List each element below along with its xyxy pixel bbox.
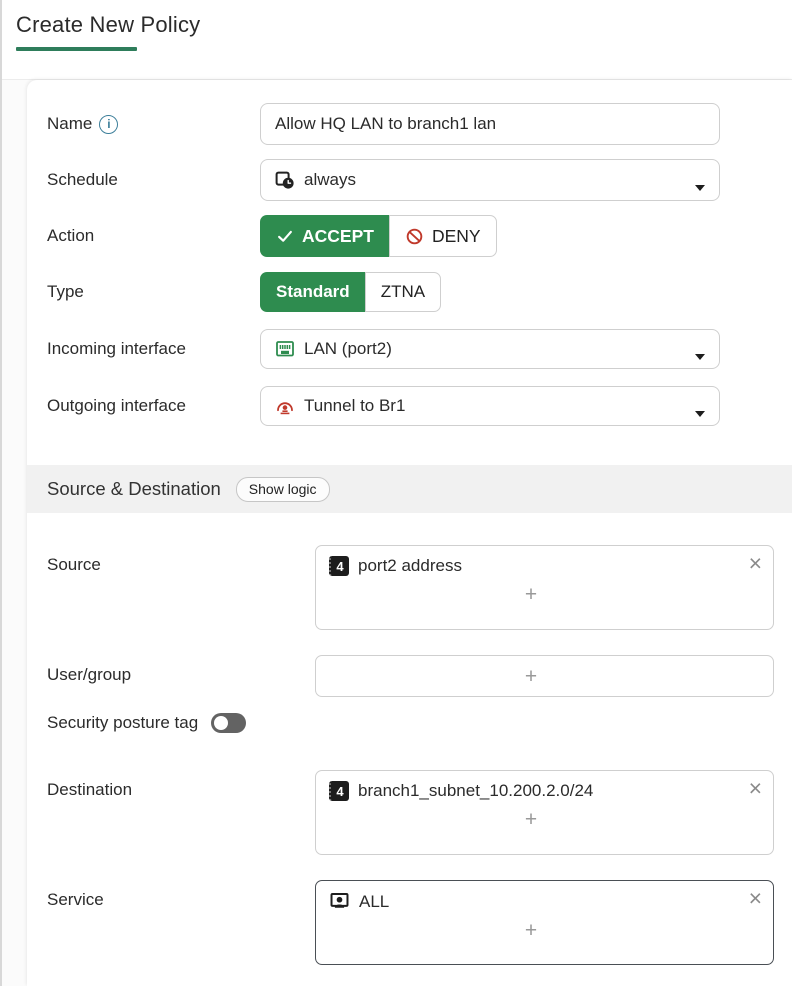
close-icon[interactable]: × bbox=[749, 887, 762, 910]
schedule-row: Schedule always bbox=[27, 159, 792, 201]
action-row: Action ACCEPT bbox=[27, 215, 792, 257]
accept-label: ACCEPT bbox=[302, 226, 374, 247]
incoming-interface-row: Incoming interface LAN (port2) bbox=[27, 329, 792, 369]
name-label: Name bbox=[47, 114, 92, 134]
chevron-down-icon bbox=[694, 177, 706, 197]
close-icon[interactable]: × bbox=[749, 777, 762, 800]
name-label-wrap: Name i bbox=[47, 114, 260, 134]
user-group-row: User/group + bbox=[27, 655, 792, 697]
type-standard-label: Standard bbox=[276, 282, 350, 302]
deny-button[interactable]: DENY bbox=[389, 215, 497, 257]
source-destination-section-header: Source & Destination Show logic bbox=[27, 465, 792, 513]
user-group-label: User/group bbox=[47, 655, 315, 685]
lan-port-icon bbox=[275, 339, 295, 359]
check-icon bbox=[276, 227, 294, 245]
toggle-knob bbox=[214, 716, 228, 730]
type-label: Type bbox=[47, 282, 260, 302]
service-row: Service ALL × + bbox=[27, 880, 792, 965]
policy-form-card: Name i Schedule always bbox=[27, 80, 792, 986]
action-segmented-control: ACCEPT DENY bbox=[260, 215, 497, 257]
service-all-icon bbox=[329, 891, 350, 912]
add-user-group-button[interactable]: + bbox=[329, 664, 733, 687]
section-title: Source & Destination bbox=[47, 478, 221, 500]
source-item-label: port2 address bbox=[358, 556, 462, 576]
name-row: Name i bbox=[27, 103, 792, 145]
add-source-button[interactable]: + bbox=[329, 576, 733, 609]
user-group-box[interactable]: + bbox=[315, 655, 774, 697]
active-tab-indicator bbox=[16, 47, 137, 51]
show-logic-button[interactable]: Show logic bbox=[236, 477, 330, 502]
ipv4-address-icon: 4 bbox=[329, 556, 349, 576]
destination-label: Destination bbox=[47, 770, 315, 800]
outgoing-interface-label: Outgoing interface bbox=[47, 396, 260, 416]
name-input[interactable] bbox=[260, 103, 720, 145]
outgoing-interface-select[interactable]: Tunnel to Br1 bbox=[260, 386, 720, 426]
type-standard-button[interactable]: Standard bbox=[260, 272, 365, 312]
accept-button[interactable]: ACCEPT bbox=[260, 215, 389, 257]
deny-prohibition-icon bbox=[405, 227, 424, 246]
source-label: Source bbox=[47, 545, 315, 575]
chevron-down-icon bbox=[694, 346, 706, 366]
destination-box[interactable]: 4 branch1_subnet_10.200.2.0/24 × + bbox=[315, 770, 774, 855]
security-posture-row: Security posture tag bbox=[27, 713, 792, 733]
incoming-interface-value: LAN (port2) bbox=[304, 339, 392, 359]
security-posture-label: Security posture tag bbox=[47, 713, 198, 733]
page-title: Create New Policy bbox=[16, 12, 792, 38]
type-ztna-button[interactable]: ZTNA bbox=[365, 272, 441, 312]
source-box[interactable]: 4 port2 address × + bbox=[315, 545, 774, 630]
schedule-select[interactable]: always bbox=[260, 159, 720, 201]
vpn-tunnel-icon bbox=[275, 396, 295, 416]
page-header: Create New Policy bbox=[2, 0, 792, 80]
incoming-interface-select[interactable]: LAN (port2) bbox=[260, 329, 720, 369]
add-service-button[interactable]: + bbox=[329, 912, 733, 945]
chevron-down-icon bbox=[694, 403, 706, 423]
service-box[interactable]: ALL × + bbox=[315, 880, 774, 965]
schedule-value: always bbox=[304, 170, 356, 190]
incoming-interface-label: Incoming interface bbox=[47, 339, 260, 359]
close-icon[interactable]: × bbox=[749, 552, 762, 575]
info-icon[interactable]: i bbox=[99, 115, 118, 134]
outgoing-interface-row: Outgoing interface Tunnel to Br1 bbox=[27, 386, 792, 426]
destination-row: Destination 4 branch1_subnet_10.200.2.0/… bbox=[27, 770, 792, 855]
service-item[interactable]: ALL bbox=[329, 891, 733, 912]
type-segmented-control: Standard ZTNA bbox=[260, 272, 441, 312]
add-destination-button[interactable]: + bbox=[329, 801, 733, 834]
create-policy-page: Create New Policy Name i Schedule bbox=[0, 0, 792, 986]
source-row: Source 4 port2 address × + bbox=[27, 545, 792, 630]
destination-item-label: branch1_subnet_10.200.2.0/24 bbox=[358, 781, 593, 801]
service-label: Service bbox=[47, 880, 315, 910]
schedule-calendar-clock-icon bbox=[275, 170, 295, 190]
action-label: Action bbox=[47, 226, 260, 246]
source-item[interactable]: 4 port2 address bbox=[329, 556, 733, 576]
deny-label: DENY bbox=[432, 226, 481, 247]
ipv4-address-icon: 4 bbox=[329, 781, 349, 801]
service-item-label: ALL bbox=[359, 892, 389, 912]
schedule-label: Schedule bbox=[47, 170, 260, 190]
type-ztna-label: ZTNA bbox=[381, 282, 425, 302]
outgoing-interface-value: Tunnel to Br1 bbox=[304, 396, 405, 416]
destination-item[interactable]: 4 branch1_subnet_10.200.2.0/24 bbox=[329, 781, 733, 801]
security-posture-toggle[interactable] bbox=[211, 713, 246, 733]
type-row: Type Standard ZTNA bbox=[27, 272, 792, 312]
